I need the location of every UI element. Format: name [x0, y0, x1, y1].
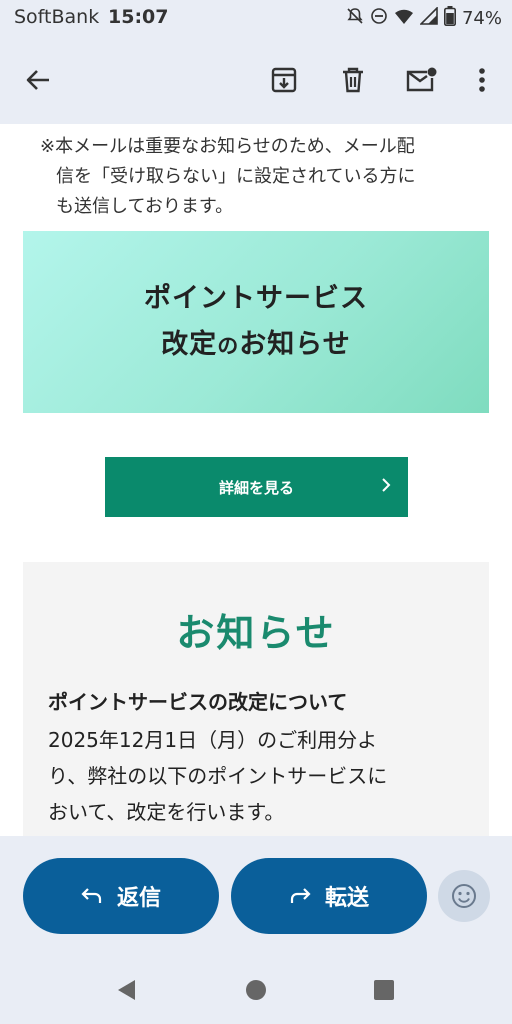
- status-bar: SoftBank 15:07 74%: [0, 0, 512, 36]
- banner-subtitle: 改定のお知らせ: [161, 322, 350, 369]
- reply-button[interactable]: 返信: [23, 858, 219, 934]
- back-arrow-icon: [26, 70, 49, 90]
- more-vert-icon: [479, 68, 485, 92]
- battery-icon: [443, 6, 456, 31]
- nav-home-button[interactable]: [242, 976, 270, 1004]
- news-body-line: おいて、改定を行います。: [48, 800, 285, 824]
- email-toolbar: [0, 36, 512, 124]
- notice-line: 信を「受け取らない」に設定されている方に: [56, 166, 416, 187]
- news-body-line: り、弊社の以下のポイントサービスに: [48, 764, 388, 788]
- signal-icon: [419, 6, 438, 30]
- banner-subtitle-part: 改定: [161, 328, 218, 360]
- nav-recents-icon: [374, 980, 394, 1000]
- forward-icon: [290, 888, 311, 903]
- more-options-button[interactable]: [460, 58, 504, 102]
- back-button[interactable]: [16, 58, 60, 102]
- archive-icon: [271, 67, 297, 93]
- system-navigation-bar: [0, 956, 512, 1024]
- news-body: 2025年12月1日（月）のご利用分よ り、弊社の以下のポイントサービスに おい…: [48, 722, 468, 830]
- archive-button[interactable]: [262, 58, 306, 102]
- notifications-off-icon: [346, 7, 364, 30]
- status-time: 15:07: [108, 6, 169, 28]
- carrier-name: SoftBank: [14, 6, 100, 28]
- mark-unread-button[interactable]: [399, 58, 443, 102]
- notice-line: も送信しております。: [56, 196, 234, 217]
- email-body: ※本メールは重要なお知らせのため、メール配 信を「受け取らない」に設定されている…: [0, 124, 512, 836]
- nav-recents-button[interactable]: [370, 976, 398, 1004]
- banner-title: ポイントサービス: [144, 282, 368, 314]
- view-details-label: 詳細を見る: [218, 478, 294, 497]
- news-heading: ポイントサービスの改定について: [48, 690, 348, 714]
- news-body-line: 2025年12月1日（月）のご利用分よ: [48, 728, 378, 752]
- trash-icon: [343, 67, 363, 93]
- email-action-bar: 返信 転送: [0, 836, 512, 956]
- battery-percent: 74%: [461, 8, 502, 29]
- view-details-button[interactable]: 詳細を見る: [105, 457, 408, 517]
- nav-back-button[interactable]: [112, 976, 140, 1004]
- delete-button[interactable]: [331, 58, 375, 102]
- emoji-reaction-button[interactable]: [438, 870, 490, 922]
- nav-home-icon: [246, 980, 266, 1000]
- do-not-disturb-icon: [370, 7, 388, 30]
- notice-line: ※本メールは重要なお知らせのため、メール配: [40, 136, 415, 157]
- important-notice-text: ※本メールは重要なお知らせのため、メール配 信を「受け取らない」に設定されている…: [40, 132, 480, 222]
- chevron-right-icon: [382, 478, 391, 492]
- status-icons: 74%: [346, 6, 502, 31]
- announcement-banner: ポイントサービス 改定のお知らせ: [23, 231, 489, 413]
- reply-icon: [81, 888, 102, 903]
- forward-button[interactable]: 転送: [231, 858, 427, 934]
- banner-subtitle-part: お知らせ: [239, 328, 351, 360]
- mark-unread-icon: [406, 67, 437, 92]
- banner-subtitle-part: の: [217, 333, 240, 358]
- smiley-icon: [452, 884, 476, 908]
- nav-back-icon: [118, 980, 135, 1000]
- news-section: お知らせ ポイントサービスの改定について 2025年12月1日（月）のご利用分よ…: [23, 562, 489, 836]
- wifi-icon: [394, 7, 414, 30]
- reply-label: 返信: [116, 886, 161, 911]
- news-title: お知らせ: [176, 611, 336, 655]
- forward-label: 転送: [324, 886, 369, 911]
